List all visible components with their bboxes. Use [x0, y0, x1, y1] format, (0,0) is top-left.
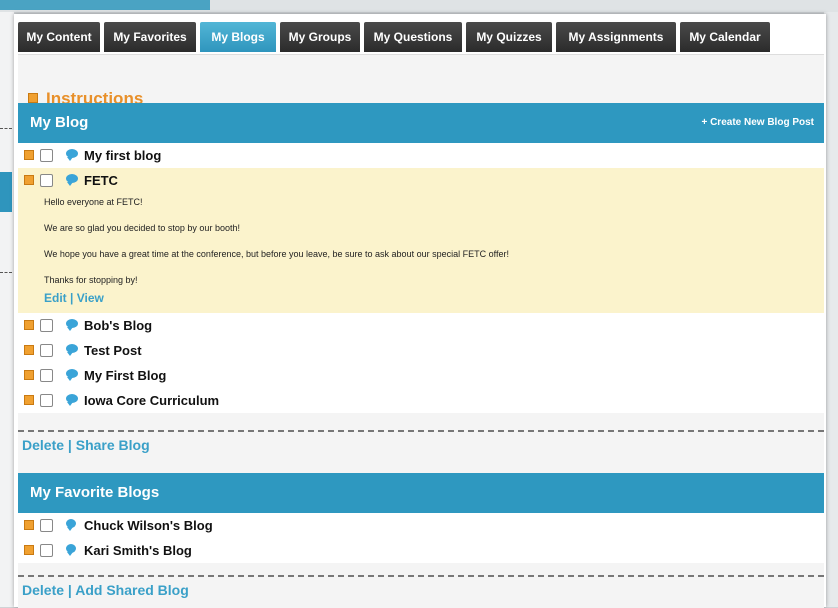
expand-square-icon[interactable]: [24, 320, 34, 330]
blog-post-checkbox[interactable]: [40, 149, 53, 162]
tab-my-assignments[interactable]: My Assignments: [556, 22, 676, 52]
add-shared-blog-button[interactable]: Add Shared Blog: [75, 582, 189, 598]
blog-bubble-icon: [66, 544, 76, 556]
separator: |: [70, 291, 74, 305]
blog-post-row: FETC: [18, 168, 824, 193]
blog-post-row: My First Blog: [18, 363, 824, 388]
favorite-blog-checkbox[interactable]: [40, 544, 53, 557]
favorite-blogs-section: My Favorite Blogs Chuck Wilson's Blog Ka…: [18, 473, 824, 563]
my-blog-header: My Blog + Create New Blog Post: [18, 103, 824, 143]
blog-post-checkbox[interactable]: [40, 369, 53, 382]
blog-post-row: Iowa Core Curriculum: [18, 388, 824, 413]
blog-post-checkbox[interactable]: [40, 394, 53, 407]
favorite-blog-title[interactable]: Chuck Wilson's Blog: [84, 513, 213, 538]
create-new-blog-post-link[interactable]: + Create New Blog Post: [701, 103, 814, 143]
background-window-left-blue: [0, 172, 12, 212]
blog-post-checkbox[interactable]: [40, 174, 53, 187]
separator: |: [67, 582, 72, 598]
blog-post-checkbox[interactable]: [40, 319, 53, 332]
my-blog-section: My Blog + Create New Blog Post My first …: [18, 103, 824, 413]
blogs-panel: My Content My Favorites My Blogs My Grou…: [14, 14, 826, 608]
favorite-blogs-footer: Delete | Add Shared Blog: [18, 575, 824, 603]
post-paragraph: Hello everyone at FETC!: [44, 197, 143, 207]
view-post-link[interactable]: View: [77, 291, 104, 305]
delete-favorite-button[interactable]: Delete: [22, 582, 64, 598]
blog-bubble-icon: [66, 174, 78, 186]
collapse-square-icon[interactable]: [24, 175, 34, 185]
post-paragraph: We are so glad you decided to stop by ou…: [44, 223, 240, 233]
tab-my-groups[interactable]: My Groups: [280, 22, 360, 52]
blog-bubble-icon: [66, 344, 78, 356]
blog-post-row: Test Post: [18, 338, 824, 363]
blog-bubble-icon: [66, 319, 78, 331]
tab-content: Instructions My Blog + Create New Blog P…: [18, 54, 824, 608]
expand-square-icon[interactable]: [24, 370, 34, 380]
background-window-blue-bar: [0, 0, 210, 10]
post-paragraph: We hope you have a great time at the con…: [44, 249, 509, 259]
blog-post-row: My first blog: [18, 143, 824, 168]
blog-post-row: Bob's Blog: [18, 313, 824, 338]
post-paragraph: Thanks for stopping by!: [44, 275, 138, 285]
favorite-blog-checkbox[interactable]: [40, 519, 53, 532]
blog-post-body: Hello everyone at FETC! We are so glad y…: [18, 193, 824, 313]
edit-post-link[interactable]: Edit: [44, 291, 67, 305]
delete-blog-button[interactable]: Delete: [22, 437, 64, 453]
blog-post-title[interactable]: Iowa Core Curriculum: [84, 388, 219, 413]
blog-bubble-icon: [66, 519, 76, 531]
blog-bubble-icon: [66, 369, 78, 381]
blog-post-title[interactable]: Bob's Blog: [84, 313, 152, 338]
my-blog-title: My Blog: [30, 114, 89, 131]
blog-post-checkbox[interactable]: [40, 344, 53, 357]
favorite-blog-row: Kari Smith's Blog: [18, 538, 824, 563]
favorite-blog-row: Chuck Wilson's Blog: [18, 513, 824, 538]
blog-post-title[interactable]: FETC: [84, 168, 118, 193]
tab-my-blogs[interactable]: My Blogs: [200, 22, 276, 52]
tab-my-favorites[interactable]: My Favorites: [104, 22, 196, 52]
post-actions: Edit | View: [44, 291, 814, 305]
background-window-left: [0, 12, 14, 607]
separator: |: [67, 437, 72, 453]
expanded-blog-post: FETC Hello everyone at FETC! We are so g…: [18, 168, 824, 313]
favorite-blogs-header: My Favorite Blogs: [18, 473, 824, 513]
tab-my-calendar[interactable]: My Calendar: [680, 22, 770, 52]
tab-my-quizzes[interactable]: My Quizzes: [466, 22, 552, 52]
favorite-blog-title[interactable]: Kari Smith's Blog: [84, 538, 192, 563]
tab-bar: My Content My Favorites My Blogs My Grou…: [14, 14, 826, 54]
blog-post-title[interactable]: My First Blog: [84, 363, 166, 388]
expand-square-icon: [28, 93, 38, 104]
expand-square-icon[interactable]: [24, 150, 34, 160]
share-blog-button[interactable]: Share Blog: [76, 437, 150, 453]
expand-square-icon[interactable]: [24, 345, 34, 355]
tab-my-questions[interactable]: My Questions: [364, 22, 462, 52]
background-dotted-line: [0, 128, 12, 129]
expand-square-icon[interactable]: [24, 395, 34, 405]
blog-post-title[interactable]: Test Post: [84, 338, 142, 363]
blog-bubble-icon: [66, 394, 78, 406]
blog-bubble-icon: [66, 149, 78, 161]
expand-square-icon[interactable]: [24, 520, 34, 530]
background-window-right: [824, 12, 838, 607]
expand-square-icon[interactable]: [24, 545, 34, 555]
background-dotted-line: [0, 272, 12, 273]
my-blog-footer: Delete | Share Blog: [18, 430, 824, 458]
blog-post-title[interactable]: My first blog: [84, 143, 161, 168]
tab-my-content[interactable]: My Content: [18, 22, 100, 52]
